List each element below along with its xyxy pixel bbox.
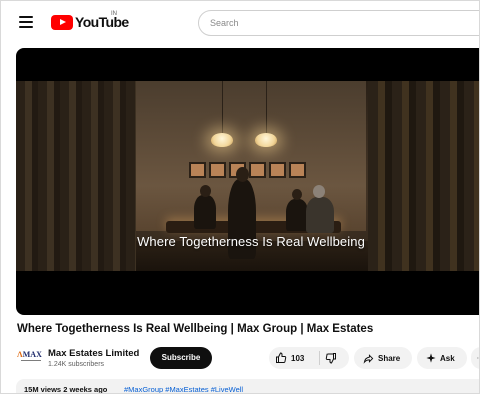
like-dislike-group: 103 — [269, 347, 349, 369]
max-logo: ΛMAX — [17, 350, 42, 359]
view-count-date: 15M views 2 weeks ago — [24, 385, 108, 394]
dislike-button[interactable] — [325, 347, 337, 369]
thumbs-up-icon — [276, 352, 287, 363]
description-box[interactable]: 15M views 2 weeks ago #MaxGroup #MaxEsta… — [16, 379, 479, 394]
youtube-logo[interactable]: YouTube IN — [51, 11, 129, 30]
search-placeholder: Search — [210, 18, 239, 28]
ask-label: Ask — [440, 353, 455, 363]
share-label: Share — [378, 353, 401, 363]
thumbs-down-icon — [325, 353, 336, 364]
channel-actions-row: ΛMAX Max Estates Limited 1.24K subscribe… — [1, 345, 479, 373]
channel-name[interactable]: Max Estates Limited — [48, 348, 139, 359]
pendant-lamp — [211, 133, 233, 147]
subscriber-count: 1.24K subscribers — [48, 361, 105, 368]
video-title: Where Togetherness Is Real Wellbeing | M… — [17, 323, 374, 335]
like-button[interactable]: 103 — [275, 347, 304, 369]
share-button[interactable]: Share — [354, 347, 412, 369]
hamburger-menu-icon[interactable] — [19, 16, 33, 28]
like-count: 103 — [291, 353, 305, 363]
sparkle-icon — [426, 353, 436, 363]
divider — [319, 351, 320, 365]
video-player[interactable]: Where Togetherness Is Real Wellbeing — [16, 48, 479, 315]
youtube-watch-page: YouTube IN Search Where Togetherness Is … — [0, 0, 480, 394]
hashtags[interactable]: #MaxGroup #MaxEstates #LiveWell — [124, 385, 243, 393]
ask-button[interactable]: Ask — [417, 347, 467, 369]
video-caption: Where Togetherness Is Real Wellbeing — [137, 234, 365, 249]
pendant-lamp — [255, 133, 277, 147]
subscribe-button[interactable]: Subscribe — [150, 347, 212, 369]
youtube-play-icon — [51, 14, 73, 30]
top-bar: YouTube IN Search — [1, 1, 479, 45]
region-code: IN — [111, 11, 117, 17]
more-actions-button[interactable] — [471, 347, 479, 369]
search-input[interactable]: Search — [198, 10, 479, 36]
logo-wordmark: YouTube — [75, 14, 129, 30]
channel-avatar[interactable]: ΛMAX — [17, 350, 42, 364]
share-arrow-icon — [363, 353, 374, 364]
